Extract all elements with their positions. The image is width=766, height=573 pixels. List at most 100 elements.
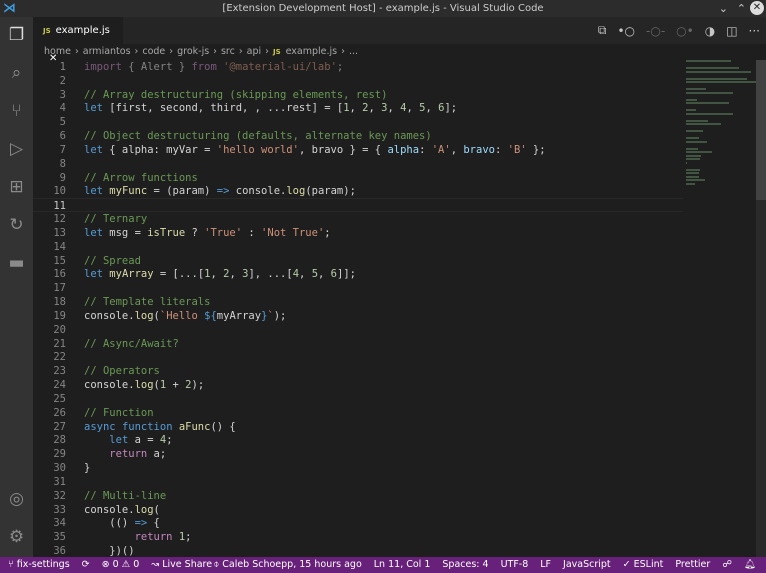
git-blame-item[interactable]: ⌽ Caleb Schoepp, 15 hours ago bbox=[214, 557, 362, 573]
code-line[interactable]: 19 console.log(`Hello ${myArray}`); bbox=[33, 309, 683, 323]
code-line[interactable]: 24 console.log(1 + 2); bbox=[33, 378, 683, 392]
code-line[interactable]: 33 console.log( bbox=[33, 503, 683, 517]
code-line[interactable]: 30} bbox=[33, 461, 683, 475]
code-line[interactable]: 21 // Async/Await? bbox=[33, 337, 683, 351]
tab-example-js[interactable]: JS example.js ✕ bbox=[33, 17, 123, 64]
code-line[interactable]: 25 bbox=[33, 392, 683, 406]
code-line[interactable]: 16 let myArray = [...[1, 2, 3], ...[4, 5,… bbox=[33, 267, 683, 281]
split-editor-icon[interactable]: ◫ bbox=[726, 24, 737, 38]
line-number: 16 bbox=[53, 268, 66, 281]
breadcrumb-item[interactable]: home bbox=[44, 46, 71, 57]
breadcrumb-item[interactable]: example.js bbox=[286, 46, 338, 57]
explorer-icon[interactable]: ❐ bbox=[0, 20, 33, 50]
search-icon[interactable]: ⌕ bbox=[0, 58, 33, 88]
previous-change-icon[interactable]: •○ bbox=[617, 24, 635, 38]
code-line[interactable]: 34 (() => { bbox=[33, 516, 683, 530]
breadcrumb-item[interactable]: grok-js bbox=[177, 46, 209, 57]
account-icon[interactable]: ◎ bbox=[0, 484, 33, 514]
minimap-line bbox=[686, 179, 705, 181]
sync-icon[interactable]: ⟳ bbox=[82, 557, 90, 573]
line-number: 12 bbox=[53, 213, 66, 226]
eslint-item[interactable]: ✓ ESLint bbox=[623, 557, 664, 573]
code-line[interactable]: 9 // Arrow functions bbox=[33, 171, 683, 185]
code-line[interactable]: 23 // Operators bbox=[33, 364, 683, 378]
code-line[interactable]: 31 bbox=[33, 475, 683, 489]
more-actions-icon[interactable]: ··· bbox=[749, 24, 760, 38]
code-line[interactable]: 4 let [first, second, third, , ...rest] =… bbox=[33, 101, 683, 115]
vscode-logo-icon: ⋊ bbox=[3, 1, 16, 16]
live-share-icon[interactable]: ↻ bbox=[0, 210, 33, 240]
code-line[interactable]: 14 bbox=[33, 240, 683, 254]
notifications-icon[interactable]: 🔔︎ bbox=[744, 557, 756, 573]
code-line[interactable]: 29 return a; bbox=[33, 447, 683, 461]
code-line[interactable]: 35 return 1; bbox=[33, 530, 683, 544]
breadcrumb-item[interactable]: api bbox=[247, 46, 262, 57]
feedback-icon[interactable]: ☍ bbox=[722, 557, 732, 573]
code-line[interactable]: 27 async function aFunc() { bbox=[33, 420, 683, 434]
code-line[interactable]: 15 // Spread bbox=[33, 254, 683, 268]
code-line[interactable]: 32 // Multi-line bbox=[33, 489, 683, 503]
extensions-icon[interactable]: ⊞ bbox=[0, 172, 33, 202]
code-token: '@material-ui/lab' bbox=[216, 61, 337, 73]
code-token: , bbox=[368, 102, 382, 115]
code-line[interactable]: 12 // Ternary bbox=[33, 212, 683, 226]
open-changes-icon[interactable]: ⧉ bbox=[598, 23, 607, 38]
tab-bar: JS example.js ✕ ⧉ •○ -○- ○• ◑ ◫ ··· bbox=[33, 17, 766, 64]
prettier-item[interactable]: Prettier bbox=[675, 557, 710, 573]
code-line[interactable]: 22 bbox=[33, 350, 683, 364]
breadcrumb-item[interactable]: src bbox=[221, 46, 235, 57]
end-of-line[interactable]: LF bbox=[540, 557, 551, 573]
cursor-position[interactable]: Ln 11, Col 1 bbox=[374, 557, 431, 573]
code-line[interactable]: 8 bbox=[33, 157, 683, 171]
code-line[interactable]: 36 })() bbox=[33, 544, 683, 558]
timeline-icon[interactable]: ◑ bbox=[705, 24, 715, 38]
tab-label: example.js bbox=[55, 25, 110, 36]
code-line[interactable]: 6 // Object destructuring (defaults, alte… bbox=[33, 129, 683, 143]
code-line[interactable]: 11 bbox=[33, 198, 683, 213]
indentation[interactable]: Spaces: 4 bbox=[442, 557, 488, 573]
code-token: , bbox=[387, 102, 401, 115]
scrollbar-thumb[interactable] bbox=[756, 60, 766, 200]
vertical-scrollbar[interactable] bbox=[756, 60, 766, 557]
docker-icon[interactable]: ▬ bbox=[0, 248, 33, 278]
code-line[interactable]: 26 // Function bbox=[33, 406, 683, 420]
minimap[interactable] bbox=[686, 60, 756, 185]
breadcrumb-item[interactable]: ... bbox=[349, 46, 358, 57]
code-token: let bbox=[84, 102, 103, 115]
code-line[interactable]: 2 bbox=[33, 74, 683, 88]
code-line[interactable]: 3 // Array destructuring (skipping elemen… bbox=[33, 88, 683, 102]
code-token: 'hello world' bbox=[216, 143, 299, 156]
code-line[interactable]: 13 let msg = isTrue ? 'True' : 'Not True'… bbox=[33, 226, 683, 240]
minimap-line bbox=[686, 119, 708, 122]
code-line[interactable]: 20 bbox=[33, 323, 683, 337]
code-line[interactable]: 17 bbox=[33, 281, 683, 295]
language-mode[interactable]: JavaScript bbox=[563, 557, 611, 573]
code-token: log bbox=[134, 309, 154, 322]
code-token: , bbox=[318, 268, 331, 281]
minimize-button[interactable]: ⌄ bbox=[719, 0, 728, 17]
encoding[interactable]: UTF-8 bbox=[501, 557, 529, 573]
code-line[interactable]: 10 let myFunc = (param) => console.log(pa… bbox=[33, 184, 683, 198]
code-line[interactable]: 18 // Template literals bbox=[33, 295, 683, 309]
code-line[interactable]: 1 import { Alert } from '@material-ui/lab… bbox=[33, 60, 683, 74]
live-share-label: Live Share bbox=[162, 559, 213, 570]
code-token: , bbox=[210, 268, 224, 281]
live-share-item[interactable]: ↝ Live Share bbox=[151, 557, 212, 573]
branch-item[interactable]: ⑂ fix-settings bbox=[8, 557, 70, 573]
source-control-icon[interactable]: ⑂ bbox=[0, 96, 33, 126]
problems-item[interactable]: ⊗ 0 ⚠ 0 bbox=[102, 557, 140, 573]
maximize-button[interactable]: ⌃ bbox=[737, 0, 746, 17]
breadcrumb-item[interactable]: armiantos bbox=[83, 46, 131, 57]
status-bar: ⑂ fix-settings ⟳ ⊗ 0 ⚠ 0 ↝ Live Share ⌽ … bbox=[0, 557, 766, 573]
next-change-icon[interactable]: ○• bbox=[676, 24, 694, 38]
code-line[interactable]: 7 let { alpha: myVar = 'hello world', bra… bbox=[33, 143, 683, 157]
git-commit-icon[interactable]: -○- bbox=[646, 24, 665, 38]
breadcrumb-item[interactable]: code bbox=[142, 46, 165, 57]
run-debug-icon[interactable]: ▷ bbox=[0, 134, 33, 164]
code-line[interactable]: 5 bbox=[33, 115, 683, 129]
close-button[interactable]: ✕ bbox=[750, 1, 764, 15]
gear-icon[interactable]: ⚙ bbox=[0, 522, 33, 552]
code-line[interactable]: 28 let a = 4; bbox=[33, 433, 683, 447]
code-editor[interactable]: 1 import { Alert } from '@material-ui/lab… bbox=[33, 60, 766, 557]
code-token: // Array destructuring (skipping element… bbox=[84, 88, 388, 101]
